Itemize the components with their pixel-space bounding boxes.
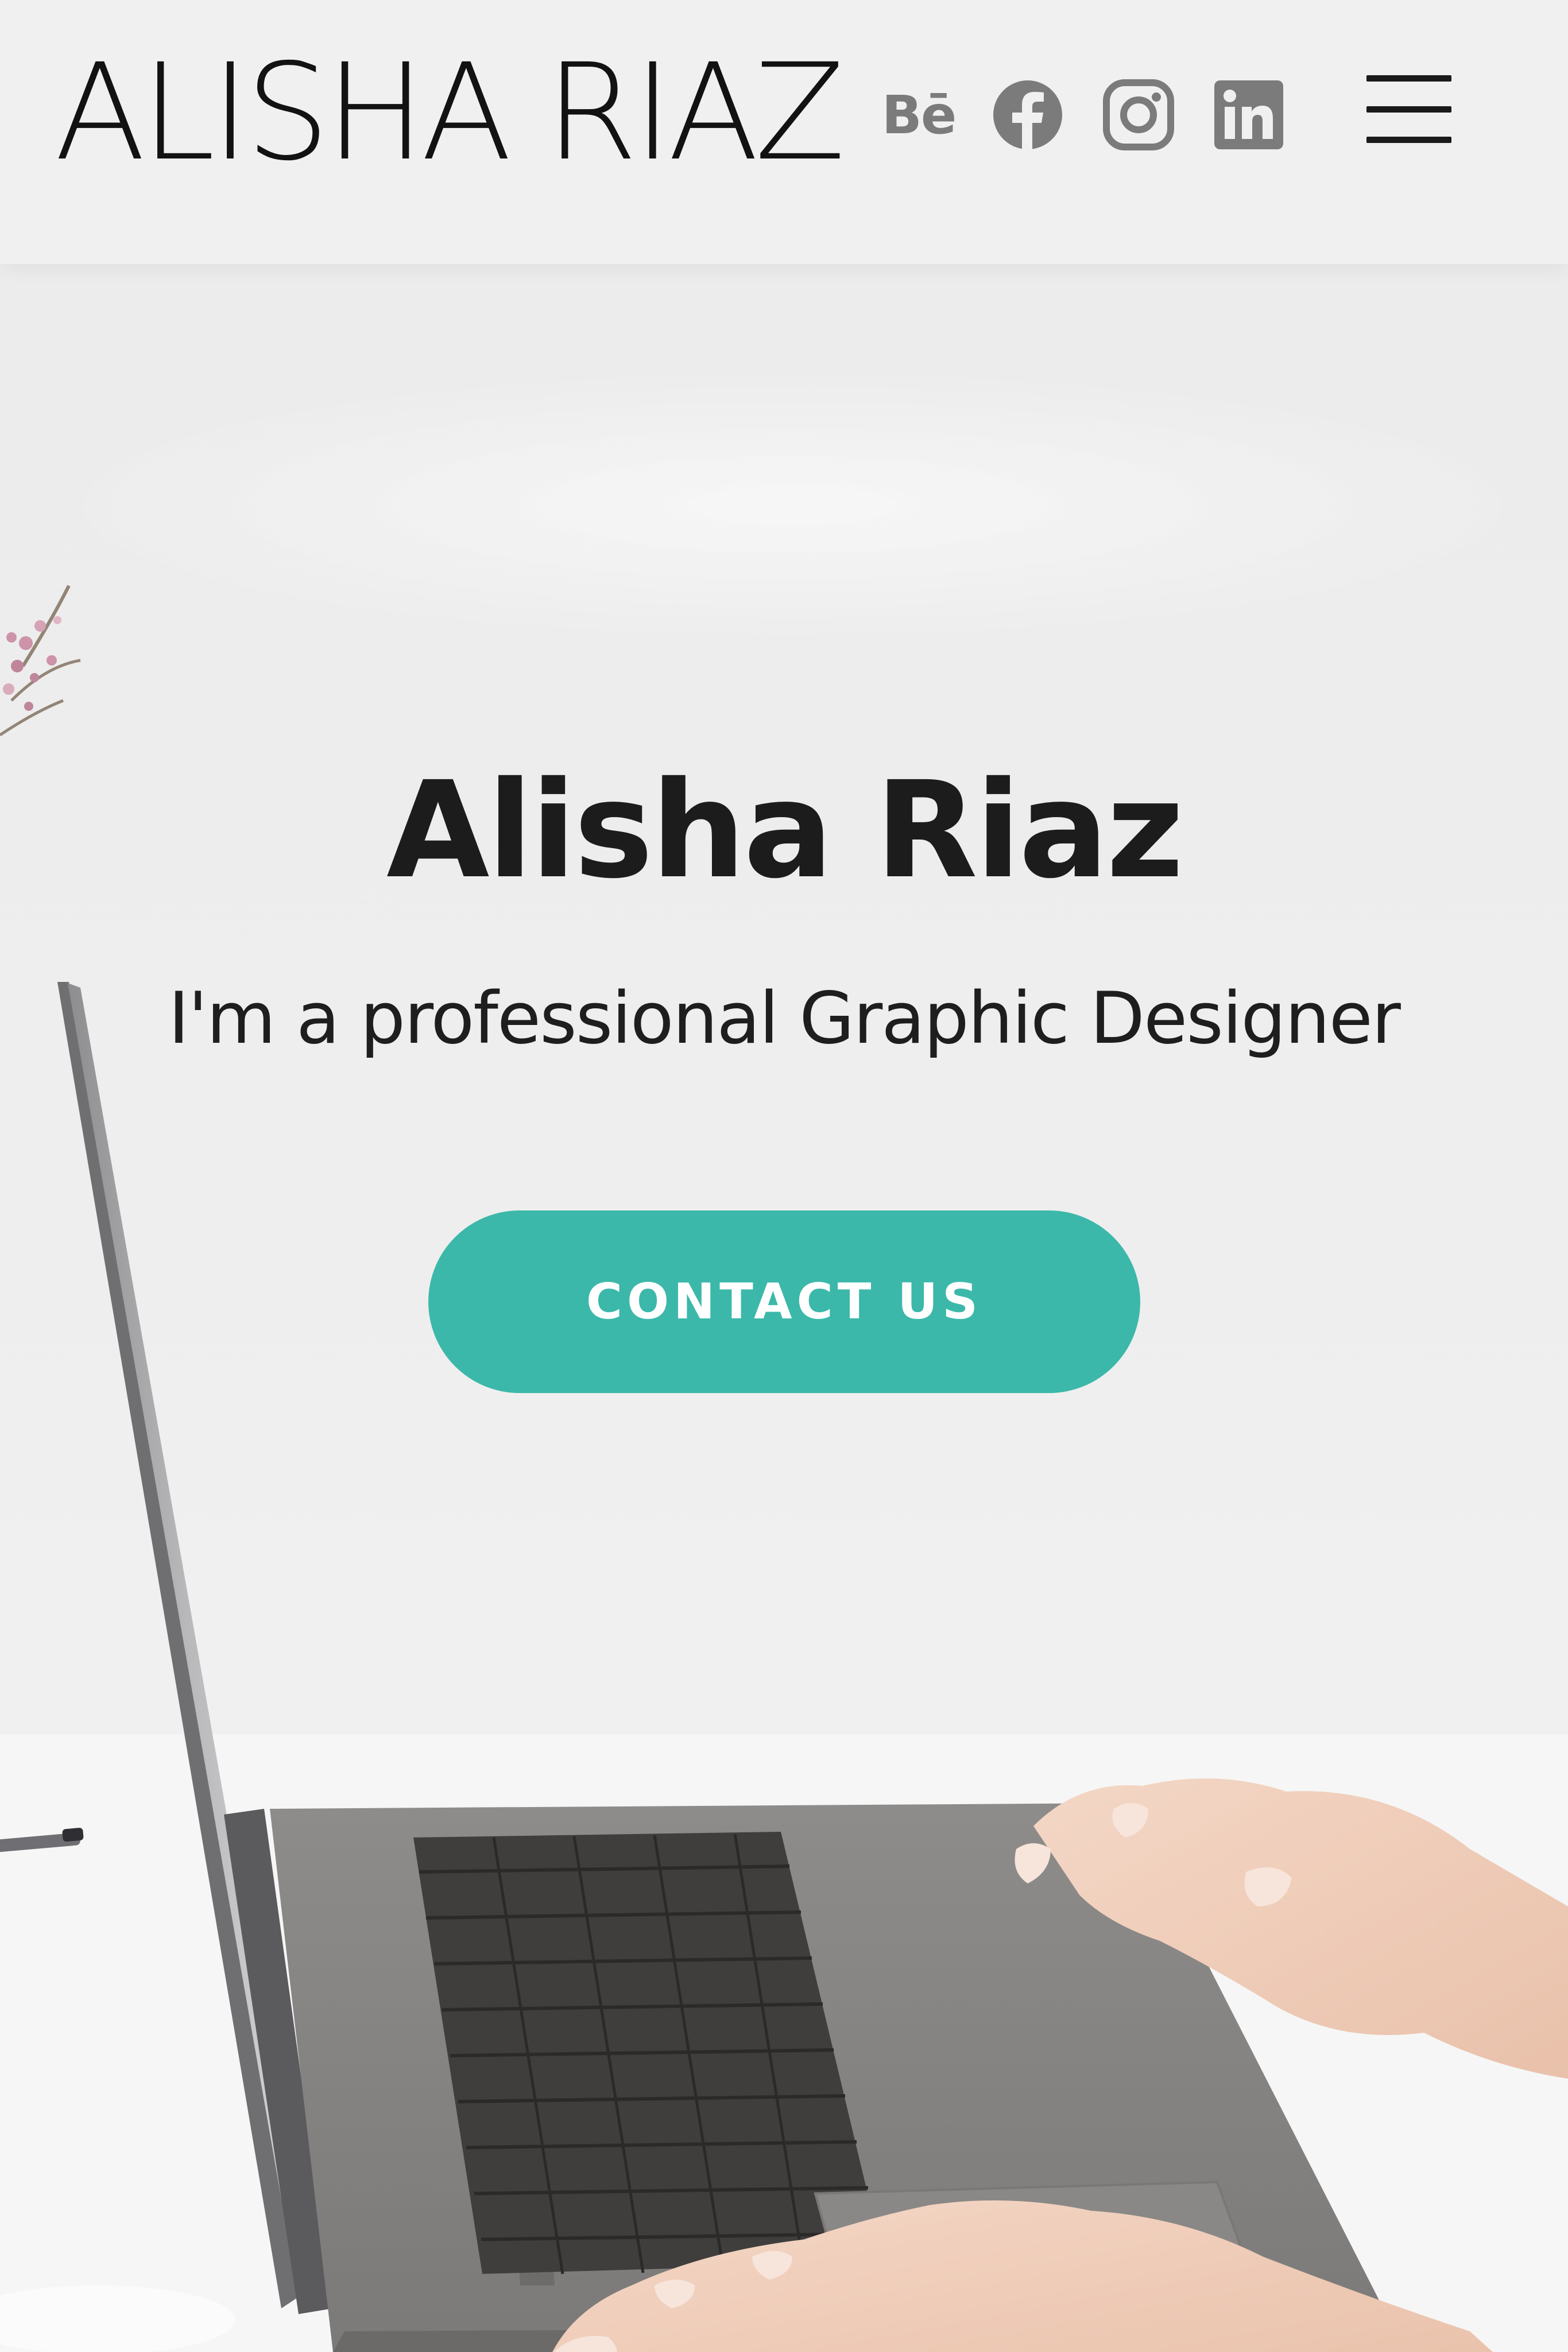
contact-us-label: CONTACT US (586, 1273, 983, 1330)
site-header: ALISHA RIAZ Bē (0, 0, 1568, 264)
behance-label: Bē (881, 84, 957, 146)
facebook-icon[interactable] (990, 75, 1065, 155)
menu-bar (1366, 75, 1451, 82)
menu-bar (1366, 106, 1451, 113)
hamburger-menu-icon[interactable] (1366, 72, 1453, 146)
menu-bar (1366, 137, 1451, 143)
hero-title: Alisha Riaz (386, 753, 1184, 908)
behance-icon[interactable]: Bē (878, 75, 959, 155)
brand-logo[interactable]: ALISHA RIAZ (55, 46, 846, 179)
instagram-icon[interactable] (1101, 75, 1176, 155)
hero-subtitle: I'm a professional Graphic Designer (168, 977, 1401, 1060)
page: ALISHA RIAZ Bē Alisha Riaz I'm a profess… (0, 0, 1568, 2352)
linkedin-icon[interactable] (1211, 75, 1286, 155)
contact-us-button[interactable]: CONTACT US (428, 1210, 1140, 1393)
